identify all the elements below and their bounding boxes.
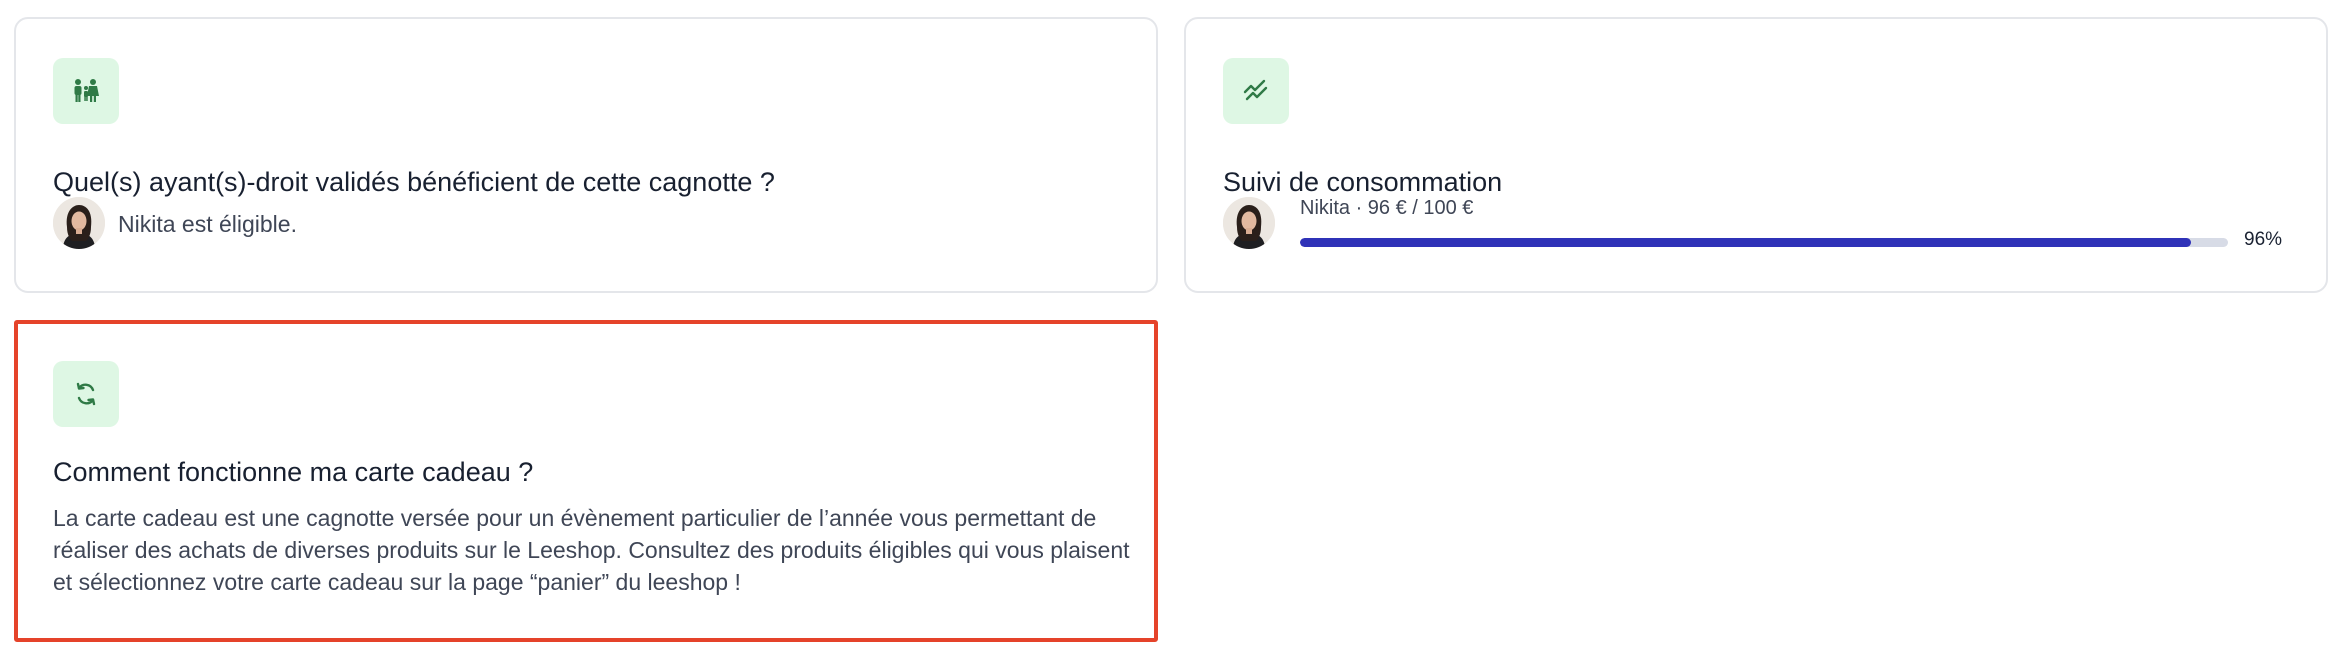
avatar (53, 197, 105, 249)
consumption-title: Suivi de consommation (1223, 167, 1503, 197)
family-icon (53, 58, 119, 124)
trend-chart-icon (1223, 58, 1289, 124)
consumption-entry: Nikita · 96 € / 100 € 96% (1223, 197, 2293, 257)
eligibility-card: Quel(s) ayant(s)-droit validés bénéficie… (14, 17, 1158, 293)
beneficiary-text: Nikita est éligible. (118, 211, 297, 237)
gift-card-info-card: Comment fonctionne ma carte cadeau ? La … (14, 320, 1158, 642)
progress-percent: 96% (2244, 229, 2283, 250)
consumption-label: Nikita · 96 € / 100 € (1300, 197, 1474, 219)
consumption-progress-bar (1300, 238, 2228, 247)
gift-card-title: Comment fonctionne ma carte cadeau ? (53, 457, 534, 487)
beneficiary-row: Nikita est éligible. (53, 197, 653, 253)
eligibility-title: Quel(s) ayant(s)-droit validés bénéficie… (53, 167, 775, 197)
gift-card-description: La carte cadeau est une cagnotte versée … (53, 505, 1130, 595)
page: Quel(s) ayant(s)-droit validés bénéficie… (0, 0, 2348, 660)
refresh-icon (53, 361, 119, 427)
avatar (1223, 197, 1275, 249)
progress-fill (1300, 238, 2191, 247)
consumption-card: Suivi de consommation Nikita · 96 € / 10… (1184, 17, 2328, 293)
